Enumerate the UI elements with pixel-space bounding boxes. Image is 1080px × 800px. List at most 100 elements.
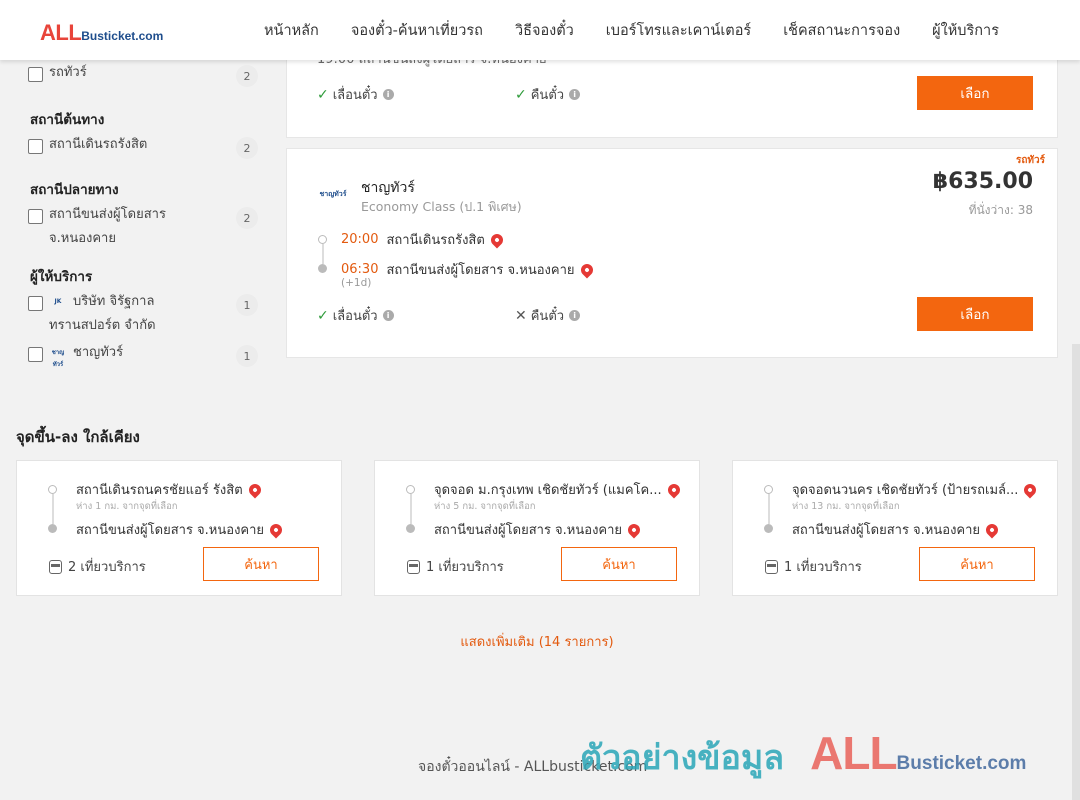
nearby-stop-card: สถานีเดินรถนครชัยแอร์ รังสิต ห่าง 1 กม. … [16, 460, 342, 596]
main-nav: หน้าหลัก จองตั๋ว-ค้นหาเที่ยวรถ วิธีจองตั… [248, 0, 1015, 60]
feature-label: เลื่อนตั๋ว [332, 88, 378, 103]
nearby-from-stop: สถานีเดินรถนครชัยแอร์ รังสิต [76, 479, 264, 500]
select-trip-button[interactable]: เลือก [917, 76, 1033, 110]
map-pin-icon[interactable] [267, 521, 285, 538]
seats-available: ที่นั่งว่าง: 38 [968, 203, 1033, 217]
select-trip-button[interactable]: เลือก [917, 297, 1033, 331]
feature-label: คืนตั๋ว [530, 309, 565, 324]
nav-book-search[interactable]: จองตั๋ว-ค้นหาเที่ยวรถ [351, 19, 483, 42]
nearby-to-stop: สถานีขนส่งผู้โดยสาร จ.หนองคาย [792, 519, 1001, 540]
filter-heading-origin: สถานีต้นทาง [30, 112, 105, 128]
check-icon: ✓ [317, 86, 329, 103]
filter-label: สถานีขนส่งผู้โดยสาร จ.หนองคาย [49, 207, 166, 246]
nav-check-booking[interactable]: เช็คสถานะการจอง [783, 19, 900, 42]
filter-origin-item[interactable]: สถานีเดินรถรังสิต 2 [28, 137, 258, 159]
bus-type-tag: รถทัวร์ [1015, 155, 1045, 166]
map-pin-icon[interactable] [625, 521, 643, 538]
map-pin-icon[interactable] [1021, 481, 1039, 498]
stop-name: จุดจอดนวนคร เชิดชัยทัวร์ (ป้ายรถเมล์... [792, 483, 1019, 498]
info-icon[interactable]: i [382, 310, 394, 321]
route-end-dot [48, 524, 57, 533]
route-start-dot [48, 485, 57, 494]
map-pin-icon[interactable] [246, 481, 264, 498]
nearby-search-button[interactable]: ค้นหา [919, 547, 1035, 581]
operator-logo-jk: JK [54, 297, 62, 305]
filter-operator-item[interactable]: ชาญทัวร์ ชาญทัวร์ 1 [28, 345, 258, 368]
watermark-all-text: ALL [810, 727, 897, 779]
nearby-from-stop: จุดจอดนวนคร เชิดชัยทัวร์ (ป้ายรถเมล์... [792, 479, 1039, 500]
stop-name: สถานีขนส่งผู้โดยสาร จ.หนองคาย [792, 523, 981, 538]
trip-result-card: รถทัวร์ ชาญทัวร์ ชาญทัวร์ Economy Class … [286, 148, 1058, 358]
map-pin-icon[interactable] [665, 481, 683, 498]
route-line [52, 494, 54, 524]
map-pin-icon[interactable] [488, 231, 506, 248]
trip-count: 1 เที่ยวบริการ [765, 556, 862, 577]
map-pin-icon[interactable] [578, 261, 595, 278]
filter-bus-type[interactable]: รถทัวร์ 2 [28, 65, 258, 87]
info-icon[interactable]: i [569, 89, 581, 100]
reschedule-feature: ✓ เลื่อนตั๋ว i [317, 305, 394, 326]
check-icon: ✓ [317, 307, 329, 324]
feature-label: เลื่อนตั๋ว [332, 309, 378, 324]
departure-time: 20:00 [341, 232, 379, 247]
nav-phone-counters[interactable]: เบอร์โทรและเคาน์เตอร์ [606, 19, 751, 42]
operator-name: ชาญทัวร์ [361, 180, 415, 196]
nearby-stop-card: จุดจอดนวนคร เชิดชัยทัวร์ (ป้ายรถเมล์... … [732, 460, 1058, 596]
filter-heading-operator: ผู้ให้บริการ [30, 269, 93, 285]
top-header: ALL Busticket.com หน้าหลัก จองตั๋ว-ค้นหา… [0, 0, 1080, 60]
stop-name: จุดจอด ม.กรุงเทพ เชิดชัยทัวร์ (แมคโค... [434, 483, 662, 498]
nearby-distance: ห่าง 1 กม. จากจุดที่เลือก [76, 501, 178, 512]
filter-checkbox[interactable] [28, 139, 43, 154]
filter-destination-item[interactable]: สถานีขนส่งผู้โดยสาร จ.หนองคาย 2 [28, 207, 258, 251]
route-line [322, 244, 324, 264]
route-line [768, 494, 770, 524]
nav-how-to-book[interactable]: วิธีจองตั๋ว [515, 19, 574, 42]
page-scrollbar[interactable] [1072, 344, 1080, 800]
nav-home[interactable]: หน้าหลัก [264, 19, 319, 42]
nearby-to-stop: สถานีขนส่งผู้โดยสาร จ.หนองคาย [434, 519, 643, 540]
nearby-stop-card: จุดจอด ม.กรุงเทพ เชิดชัยทัวร์ (แมคโค... … [374, 460, 700, 596]
route-start-dot [406, 485, 415, 494]
filter-checkbox[interactable] [28, 209, 43, 224]
sample-data-watermark: ตัวอย่างข้อมูล ALL Busticket.com [580, 726, 1026, 784]
filter-count-badge: 2 [236, 207, 258, 229]
stop-name: สถานีขนส่งผู้โดยสาร จ.หนองคาย [434, 523, 623, 538]
watermark-busticket-text: Busticket.com [896, 753, 1027, 774]
departure-stop: 20:00 สถานีเดินรถรังสิต [341, 229, 506, 250]
logo-busticket-text: Busticket.com [81, 29, 164, 43]
route-start-dot [764, 485, 773, 494]
bus-icon [765, 559, 778, 574]
operator-logo-chan: ชาญทัวร์ [51, 348, 65, 368]
map-pin-icon[interactable] [983, 521, 1001, 538]
filter-count-badge: 2 [236, 65, 258, 87]
bus-icon [49, 559, 62, 574]
refund-feature: ✕ คืนตั๋ว i [515, 305, 581, 326]
trip-count-text: 1 เที่ยวบริการ [784, 560, 862, 575]
nearby-distance: ห่าง 13 กม. จากจุดที่เลือก [792, 501, 900, 512]
filter-operator-item[interactable]: JK บริษัท จิรัฐกาล ทรานสปอร์ต จำกัด 1 [28, 294, 258, 338]
filter-checkbox[interactable] [28, 67, 43, 82]
info-icon[interactable]: i [382, 89, 394, 100]
show-more-link[interactable]: แสดงเพิ่มเติม (14 รายการ) [0, 631, 1074, 652]
nav-operators[interactable]: ผู้ให้บริการ [932, 19, 999, 42]
filter-label: รถทัวร์ [49, 65, 87, 80]
nearby-to-stop: สถานีขนส่งผู้โดยสาร จ.หนองคาย [76, 519, 285, 540]
refund-feature: ✓ คืนตั๋ว i [515, 84, 581, 105]
route-end-dot [318, 264, 327, 273]
cross-icon: ✕ [515, 307, 527, 324]
filter-checkbox[interactable] [28, 296, 43, 311]
logo-all-text: ALL [40, 20, 82, 45]
nearby-search-button[interactable]: ค้นหา [561, 547, 677, 581]
nearby-search-button[interactable]: ค้นหา [203, 547, 319, 581]
filter-checkbox[interactable] [28, 347, 43, 362]
route-end-dot [406, 524, 415, 533]
nearby-stops-title: จุดขึ้น-ลง ใกล้เคียง [16, 428, 140, 446]
arrival-stop: 06:30 สถานีขนส่งผู้โดยสาร จ.หนองคาย [341, 259, 595, 280]
nearby-from-stop: จุดจอด ม.กรุงเทพ เชิดชัยทัวร์ (แมคโค... [434, 479, 683, 500]
trip-count-text: 2 เที่ยวบริการ [68, 560, 146, 575]
stop-name: สถานีเดินรถนครชัยแอร์ รังสิต [76, 483, 243, 498]
site-logo[interactable]: ALL Busticket.com [40, 20, 163, 46]
watermark-thai-text: ตัวอย่างข้อมูล [580, 738, 785, 778]
info-icon[interactable]: i [569, 310, 581, 321]
filter-count-badge: 1 [236, 294, 258, 316]
